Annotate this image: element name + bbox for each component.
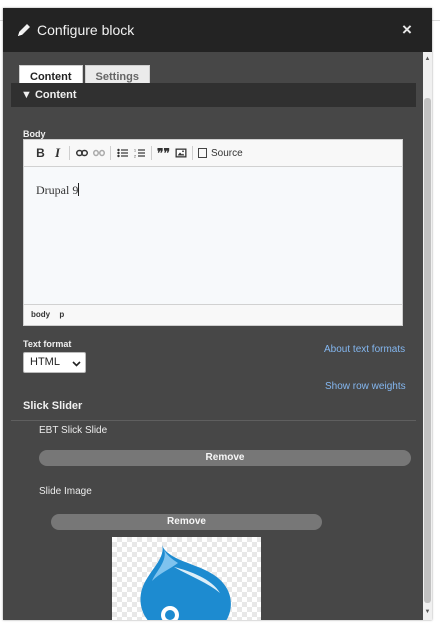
text-format-label: Text format [23,339,72,349]
scroll-up-icon[interactable]: ▲ [424,56,431,63]
italic-button[interactable]: I [49,143,66,163]
path-item-p[interactable]: p [59,310,64,319]
link-icon[interactable] [73,143,90,163]
editor-content-area[interactable]: Drupal 9 [24,167,402,304]
body-editor: B I 12 ❞❞ Source Drupal 9 body p [23,139,403,326]
editor-text: Drupal 9 [36,183,79,197]
configure-block-dialog: Configure block × Content Settings ▼ Con… [3,8,432,620]
editor-toolbar: B I 12 ❞❞ Source [24,140,402,167]
about-text-formats-link[interactable]: About text formats [324,344,405,355]
body-field-label: Body [23,129,46,139]
text-caret [78,183,80,196]
path-item-body[interactable]: body [31,310,50,319]
toolbar-separator [69,146,70,160]
remove-slide-button[interactable]: Remove [39,450,411,466]
section-divider [11,420,416,421]
show-row-weights-link[interactable]: Show row weights [325,381,406,392]
chevron-down-icon [72,361,81,367]
source-icon [198,148,207,158]
scroll-down-icon[interactable]: ▼ [424,609,431,616]
toolbar-separator [192,146,193,160]
blockquote-button[interactable]: ❞❞ [155,143,172,163]
slide-image-label: Slide Image [39,486,92,497]
dialog-title: Configure block [37,22,135,38]
close-icon[interactable]: × [402,20,412,40]
unlink-icon[interactable] [90,143,107,163]
bold-button[interactable]: B [32,143,49,163]
scrollbar-thumb[interactable] [424,98,431,603]
svg-text:2: 2 [134,155,136,159]
remove-image-button[interactable]: Remove [51,514,322,530]
numbered-list-icon[interactable]: 12 [131,143,148,163]
slick-slider-heading: Slick Slider [23,400,83,412]
slide-image-preview [112,537,261,620]
source-button-label: Source [211,147,243,159]
text-format-select[interactable]: HTML [23,352,86,373]
bulleted-list-icon[interactable] [114,143,131,163]
svg-text:1: 1 [134,149,136,153]
ebt-slick-slide-label: EBT Slick Slide [39,425,108,436]
pencil-icon [18,24,30,36]
text-format-selected: HTML [30,356,60,368]
editor-element-path: body p [24,304,402,325]
toolbar-separator [110,146,111,160]
image-icon[interactable] [172,143,189,163]
toolbar-separator [151,146,152,160]
content-section-toggle[interactable]: ▼ Content [11,83,416,107]
source-button[interactable]: Source [196,143,245,163]
dialog-scrollbar[interactable]: ▲ ▼ [423,52,432,620]
dialog-header: Configure block × [3,8,432,52]
drupal-drop-logo [140,545,231,620]
